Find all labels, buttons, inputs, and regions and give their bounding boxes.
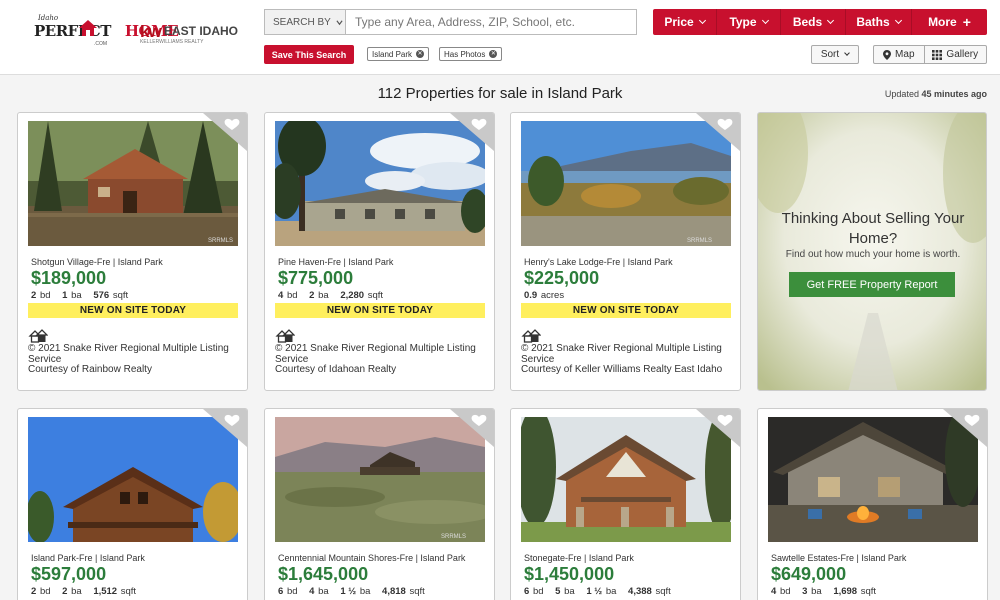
svg-text:SRRMLS: SRRMLS: [208, 238, 233, 244]
gallery-label: Gallery: [946, 49, 979, 60]
listing-card[interactable]: SRRMLS Henry's Lake Lodge-Fre | Island P…: [510, 112, 741, 391]
filter-bar: Price Type Beds Baths More +: [653, 9, 987, 35]
favorite-heart-icon[interactable]: [450, 409, 494, 447]
listing-area[interactable]: Cenntennial Mountain Shores-Fre | Island…: [278, 553, 465, 563]
more-filter-button[interactable]: More +: [912, 9, 987, 35]
listing-area[interactable]: Island Park-Fre | Island Park: [31, 553, 145, 563]
search-by-dropdown[interactable]: SEARCH BY: [264, 9, 345, 35]
listing-specs: 4 bd 3 ba 1,698 sqft: [771, 586, 877, 597]
listing-card[interactable]: Stonegate-Fre | Island Park $1,450,000 6…: [510, 408, 741, 600]
listing-specs: 4 bd 2 ba 2,280 sqft: [278, 290, 384, 301]
save-search-button[interactable]: Save This Search: [264, 45, 354, 64]
search-input[interactable]: [345, 9, 637, 35]
listing-area[interactable]: Sawtelle Estates-Fre | Island Park: [771, 553, 906, 563]
listing-courtesy: © 2021 Snake River Regional Multiple Lis…: [521, 343, 723, 375]
favorite-heart-icon[interactable]: [696, 409, 740, 447]
chevron-down-icon: [827, 16, 835, 25]
listing-courtesy: © 2021 Snake River Regional Multiple Lis…: [28, 343, 229, 375]
listing-card[interactable]: Sawtelle Estates-Fre | Island Park $649,…: [757, 408, 988, 600]
grid-icon: [932, 49, 943, 60]
listing-price[interactable]: $597,000: [31, 564, 106, 585]
listing-area[interactable]: Henry's Lake Lodge-Fre | Island Park: [524, 257, 673, 267]
listing-price[interactable]: $1,450,000: [524, 564, 614, 585]
caret-down-icon: [336, 20, 343, 26]
kw-sub: KELLERWILLIAMS REALTY: [140, 39, 204, 45]
listing-card[interactable]: Island Park-Fre | Island Park $597,000 2…: [17, 408, 248, 600]
favorite-heart-icon[interactable]: [203, 409, 247, 447]
sort-label: Sort: [820, 49, 840, 60]
price-filter-button[interactable]: Price: [653, 9, 717, 35]
beds-filter-button[interactable]: Beds: [781, 9, 846, 35]
promo-title: Thinking About Selling Your Home?: [781, 210, 965, 247]
favorite-heart-icon[interactable]: [943, 409, 987, 447]
tag-label: Has Photos: [444, 49, 486, 59]
listing-card[interactable]: SRRMLS Shotgun Village-Fre | Island Park…: [17, 112, 248, 391]
map-label: Map: [895, 49, 915, 60]
results-title: 112 Properties for sale in Island Park: [377, 85, 623, 102]
listing-specs: 6 bd 5 ba 1 ½ ba 4,388 sqft: [524, 586, 671, 597]
baths-filter-button[interactable]: Baths: [846, 9, 912, 35]
listing-specs: 6 bd 4 ba 1 ½ ba 4,818 sqft: [278, 586, 425, 597]
type-filter-button[interactable]: Type: [717, 9, 781, 35]
remove-tag-icon[interactable]: ✕: [489, 50, 498, 58]
listing-specs: 2 bd 2 ba 1,512 sqft: [31, 586, 137, 597]
listing-area[interactable]: Shotgun Village-Fre | Island Park: [31, 257, 163, 267]
view-toggle: Map Gallery: [873, 45, 987, 64]
svg-text:SRRMLS: SRRMLS: [687, 238, 712, 244]
listing-card[interactable]: SRRMLS Cenntennial Mountain Shores-Fre |…: [264, 408, 495, 600]
remove-tag-icon[interactable]: ✕: [416, 50, 425, 58]
chevron-down-icon: [894, 16, 902, 25]
site-header: Idaho PERFECT HOME .COM kw EAST IDAHO KEL…: [0, 0, 1000, 75]
mls-house-icon: [521, 329, 541, 343]
new-listing-badge: NEW ON SITE TODAY: [275, 303, 485, 318]
listing-specs: 2 bd 1 ba 576 sqft: [31, 290, 129, 301]
kw-name: EAST IDAHO: [164, 24, 239, 38]
mls-house-icon: [275, 329, 295, 343]
listing-price[interactable]: $189,000: [31, 268, 106, 289]
filter-tag-has-photos[interactable]: Has Photos ✕: [439, 47, 503, 61]
map-view-button[interactable]: Map: [874, 46, 925, 63]
tag-label: Island Park: [372, 49, 413, 59]
listing-price[interactable]: $225,000: [524, 268, 599, 289]
map-pin-icon: [883, 49, 892, 60]
updated-timestamp: Updated 45 minutes ago: [884, 89, 987, 99]
gallery-view-button[interactable]: Gallery: [925, 46, 986, 63]
promo-subtitle: Find out how much your home is worth.: [785, 249, 961, 260]
listing-specs: 0.9 acres: [524, 290, 565, 301]
favorite-heart-icon[interactable]: [450, 113, 494, 151]
new-listing-badge: NEW ON SITE TODAY: [521, 303, 731, 318]
listing-price[interactable]: $775,000: [278, 268, 353, 289]
favorite-heart-icon[interactable]: [696, 113, 740, 151]
chevron-down-icon: [698, 16, 706, 25]
listing-area[interactable]: Stonegate-Fre | Island Park: [524, 553, 634, 563]
sell-home-promo[interactable]: Thinking About Selling Your Home? Find o…: [757, 112, 987, 391]
chevron-down-icon: [844, 50, 851, 56]
logo-small-text: Idaho: [38, 14, 59, 22]
listing-card[interactable]: Pine Haven-Fre | Island Park $775,000 4 …: [264, 112, 495, 391]
listing-area[interactable]: Pine Haven-Fre | Island Park: [278, 257, 393, 267]
perfect-home-logo[interactable]: Idaho PERFECT HOME .COM: [34, 14, 179, 48]
favorite-heart-icon[interactable]: [203, 113, 247, 151]
house-logo-icon: [79, 20, 97, 36]
listing-price[interactable]: $1,645,000: [278, 564, 368, 585]
chevron-down-icon: [761, 16, 769, 25]
search-by-label: SEARCH BY: [273, 17, 331, 28]
listing-price[interactable]: $649,000: [771, 564, 846, 585]
mls-house-icon: [28, 329, 48, 343]
listing-courtesy: © 2021 Snake River Regional Multiple Lis…: [275, 343, 476, 375]
free-report-button[interactable]: Get FREE Property Report: [789, 272, 955, 297]
filter-tag-island-park[interactable]: Island Park ✕: [367, 47, 430, 61]
plus-icon: +: [962, 14, 971, 30]
sort-button[interactable]: Sort: [811, 45, 859, 64]
svg-text:SRRMLS: SRRMLS: [441, 534, 466, 540]
new-listing-badge: NEW ON SITE TODAY: [28, 303, 238, 318]
logo-sub-text: .COM: [94, 41, 108, 47]
kw-east-idaho-logo[interactable]: kw EAST IDAHO KELLERWILLIAMS REALTY: [140, 22, 239, 46]
